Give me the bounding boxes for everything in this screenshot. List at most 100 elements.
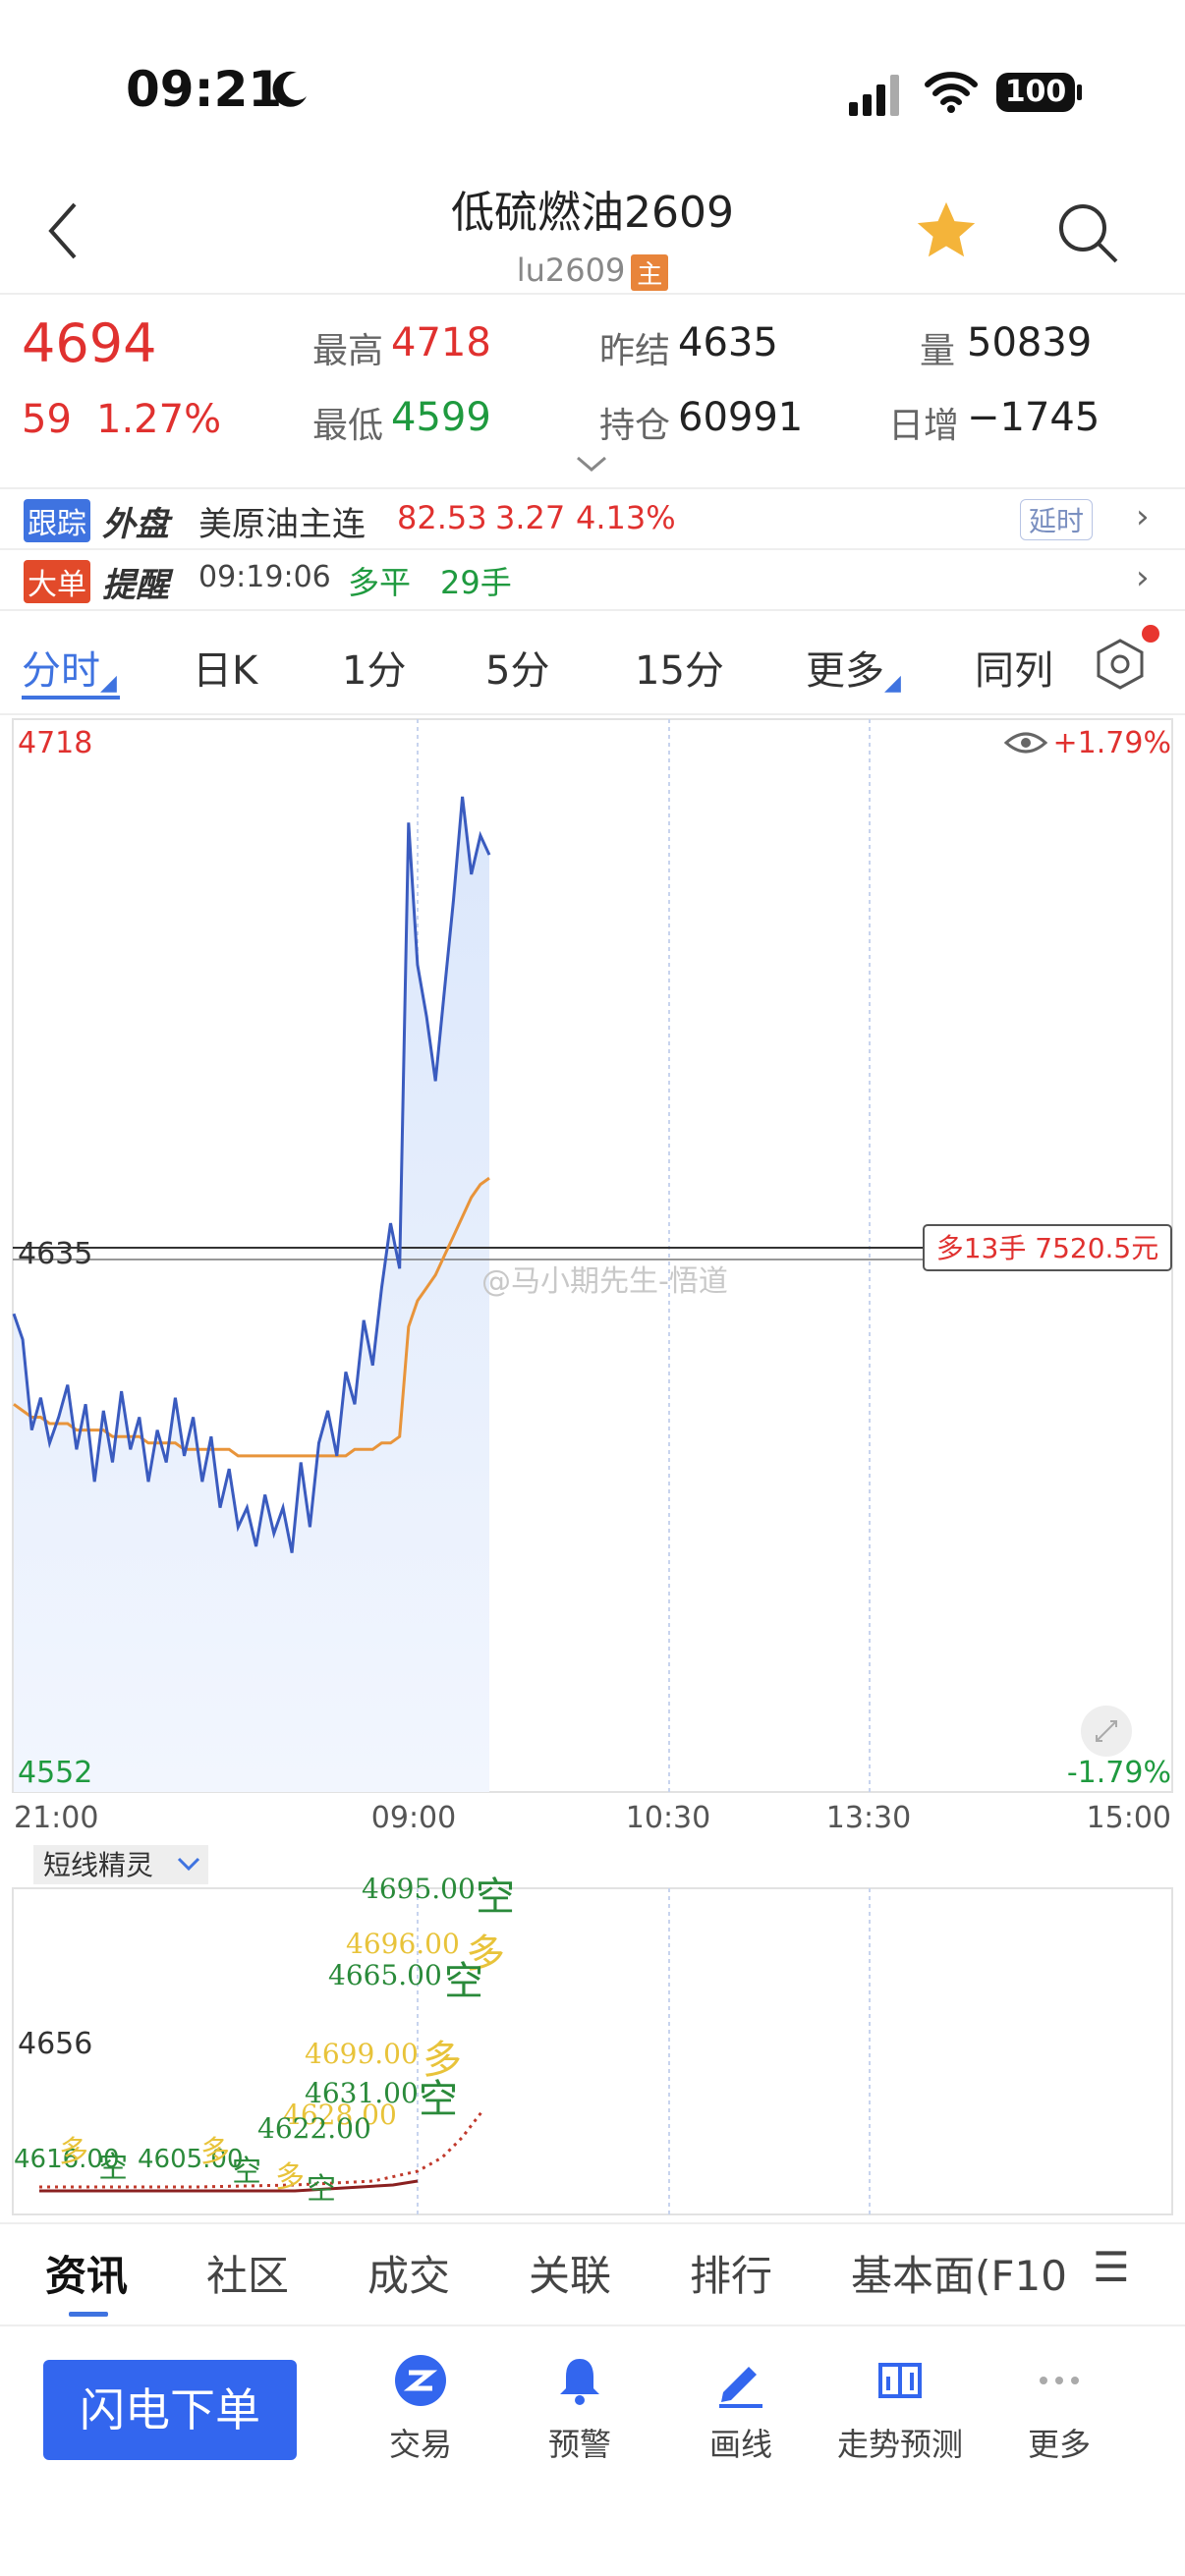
tab-related[interactable]: 关联 [529,2243,611,2303]
action-forecast[interactable]: 走势预测 [831,2353,969,2465]
favorite-star-icon[interactable] [912,196,981,269]
tab-community[interactable]: 社区 [206,2243,289,2303]
price-change: 59 [22,397,72,442]
time-label-1330: 13:30 [826,1801,911,1835]
battery-tip [1077,84,1082,100]
menu-icon[interactable]: ☰ [1093,2243,1130,2291]
svg-text:空: 空 [232,2155,261,2189]
open-interest-label: 持仓 [599,406,671,446]
tab-more[interactable]: 更多◢ [806,639,901,696]
foreign-change: 3.27 [495,499,566,536]
time-label-2100: 21:00 [14,1801,98,1835]
order-tag[interactable]: 多13手 7520.5元 [923,1224,1172,1271]
signal-price: 4622.00 [257,2112,371,2145]
watermark: @马小期先生-悟道 [481,1264,728,1299]
open-interest-value: 60991 [678,395,804,440]
action-draw[interactable]: 画线 [672,2353,810,2465]
tab-daily-k[interactable]: 日K [193,639,257,696]
signal-char: 空 [419,2077,458,2122]
contract-subtitle: lu2609 主 [0,252,1185,291]
divider [0,2222,1185,2224]
more-dots-icon [990,2353,1128,2412]
pen-icon [672,2353,810,2412]
big-order-alert-row[interactable]: 大单 提醒 09:19:06 多平 29手 › [0,550,1185,609]
price-area-fill [14,796,489,1792]
main-contract-badge: 主 [631,253,669,291]
divider [0,2324,1185,2326]
order-tag-text: 多13手 7520.5元 [936,1232,1159,1264]
tab-fundamentals[interactable]: 基本面(F10 [851,2243,1067,2303]
svg-text:多: 多 [200,2135,230,2169]
delay-badge: 延时 [1020,499,1094,540]
foreign-market-row[interactable]: 跟踪 外盘 美原油主连 82.53 3.27 4.13% 延时 › [0,489,1185,548]
tab-1min[interactable]: 1分 [342,639,406,696]
last-price: 4694 [22,312,157,374]
notification-dot [1142,625,1159,643]
tab-15min[interactable]: 15分 [635,639,724,696]
battery-level: 100 [1004,75,1067,109]
tab-ranking[interactable]: 排行 [690,2243,772,2303]
foreign-price: 82.53 [397,499,487,536]
big-order-tag: 大单 [24,560,90,603]
signal-price: 4696.00 [346,1928,460,1960]
divider [0,609,1185,611]
volume-value: 50839 [967,320,1093,365]
moon-icon [267,67,310,114]
signal-price: 4665.00 [328,1959,442,1991]
sub-indicator-label: 短线精灵 [43,1849,153,1881]
flash-order-button[interactable]: 闪电下单 [43,2360,297,2460]
daily-change-value: −1745 [967,395,1100,440]
price-change-pct: 1.27% [96,397,222,442]
volume-label: 量 [920,331,956,371]
action-alert[interactable]: 预警 [511,2353,649,2465]
tab-compare[interactable]: 同列 [975,639,1053,696]
tab-news[interactable]: 资讯 [45,2243,128,2317]
signal-price: 4699.00 [305,2038,419,2070]
foreign-contract-name: 美原油主连 [198,505,366,544]
action-trade[interactable]: 交易 [352,2353,489,2465]
eye-icon[interactable] [1003,732,1048,754]
low-value: 4599 [391,395,491,440]
track-tag: 跟踪 [24,499,90,542]
bell-icon [511,2353,649,2412]
svg-text:多: 多 [59,2135,88,2169]
pct-label-bottom: -1.79% [1067,1756,1171,1790]
fullscreen-icon[interactable] [1081,1706,1132,1757]
intraday-chart[interactable]: 4718 4635 4552 +1.79% -1.79% 多13手 7520.5… [0,717,1185,2220]
tab-intraday[interactable]: 分时◢ [22,639,120,700]
action-more[interactable]: 更多 [990,2353,1128,2465]
tab-5min[interactable]: 5分 [485,639,549,696]
y-label-top: 4718 [18,726,92,760]
high-label: 最高 [312,331,384,371]
sub-indicator-selector[interactable]: 短线精灵 [33,1845,208,1884]
page-title: 低硫燃油2609 [451,188,734,238]
pct-label-top: +1.79% [1053,726,1171,760]
divider [0,293,1185,295]
signal-char: 空 [476,1875,515,1920]
action-more-label: 更多 [1027,2426,1091,2463]
divider [0,713,1185,715]
svg-text:空: 空 [98,2151,128,2185]
dropdown-caret-icon: ◢ [100,671,117,696]
y-label-mid: 4635 [18,1237,92,1271]
action-forecast-label: 走势预测 [836,2426,963,2463]
signal-char: 空 [444,1959,483,2004]
foreign-change-pct: 4.13% [576,499,676,536]
foreign-tag: 外盘 [102,505,169,544]
signal-icon [849,73,908,116]
action-alert-label: 预警 [547,2426,611,2463]
prev-settle-label: 昨结 [599,331,671,371]
prev-settle-value: 4635 [678,320,778,365]
alert-qty: 29手 [440,564,512,601]
search-icon[interactable] [1053,198,1122,271]
settings-hexagon-icon[interactable] [1093,637,1148,696]
tab-active-underline [69,2312,108,2317]
alert-type: 多平 [348,564,412,601]
tab-trades[interactable]: 成交 [367,2243,450,2303]
svg-text:多: 多 [275,2160,305,2195]
low-label: 最低 [312,406,384,446]
tab-active-underline [22,696,120,700]
trade-icon [352,2353,489,2412]
expand-chevron-icon[interactable] [574,454,609,477]
tab-intraday-label: 分时 [22,648,100,694]
